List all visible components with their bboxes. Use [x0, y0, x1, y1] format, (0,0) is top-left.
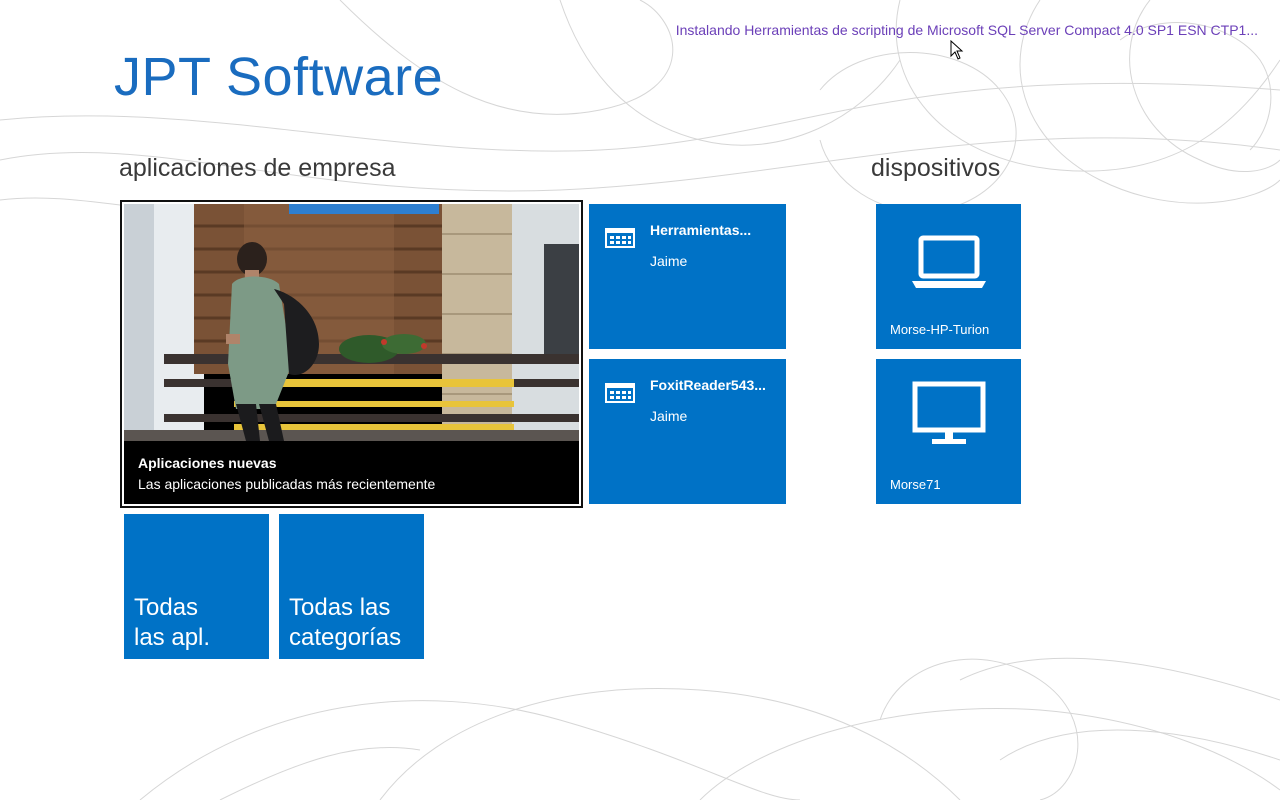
install-status-text: Instalando Herramientas de scripting de …: [675, 22, 1258, 38]
all-apps-label: Todas las apl.: [134, 594, 211, 651]
app-tile-foxitreader[interactable]: FoxitReader543... Jaime: [589, 359, 786, 504]
all-apps-tile[interactable]: Todas las apl.: [124, 514, 269, 659]
page-title: JPT Software: [114, 47, 444, 107]
company-portal-page: Instalando Herramientas de scripting de …: [0, 0, 1280, 800]
app-name: Herramientas...: [650, 222, 752, 238]
new-apps-photo: [124, 204, 579, 441]
new-apps-tile[interactable]: Aplicaciones nuevas Las aplicaciones pub…: [120, 200, 583, 508]
device-tile-morse71[interactable]: Morse71: [876, 359, 1021, 504]
device-tile-morse-hp-turion[interactable]: Morse-HP-Turion: [876, 204, 1021, 349]
new-apps-caption: Aplicaciones nuevas Las aplicaciones pub…: [124, 441, 579, 504]
devices-section-heading: dispositivos: [871, 154, 1001, 182]
mouse-cursor-icon: [950, 40, 964, 60]
all-categories-tile[interactable]: Todas las categorías: [279, 514, 424, 659]
new-apps-tile-content: Aplicaciones nuevas Las aplicaciones pub…: [124, 204, 579, 504]
apps-section-heading: aplicaciones de empresa: [119, 154, 396, 182]
laptop-icon: [912, 235, 986, 288]
device-name: Morse-HP-Turion: [890, 322, 990, 337]
monitor-icon: [912, 381, 986, 444]
app-publisher: Jaime: [650, 253, 688, 269]
app-publisher: Jaime: [650, 408, 688, 424]
app-grid-icon: [605, 383, 635, 403]
device-name: Morse71: [890, 477, 941, 492]
new-apps-subtitle: Las aplicaciones publicadas más reciente…: [138, 476, 436, 492]
app-grid-icon: [605, 228, 635, 248]
new-apps-title: Aplicaciones nuevas: [138, 455, 277, 471]
all-categories-label: Todas las categorías: [289, 594, 402, 651]
app-name: FoxitReader543...: [650, 377, 766, 393]
app-tile-herramientas[interactable]: Herramientas... Jaime: [589, 204, 786, 349]
